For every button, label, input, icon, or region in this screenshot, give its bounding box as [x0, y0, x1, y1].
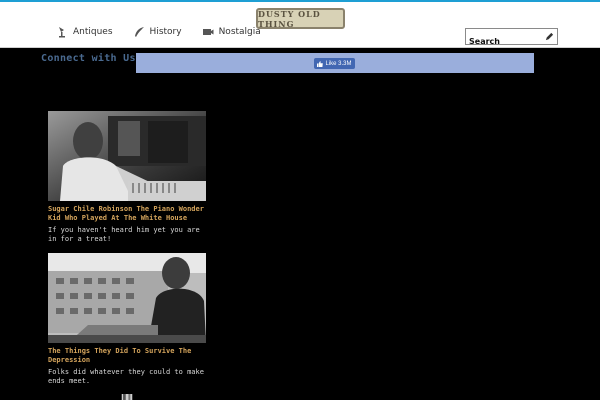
nav-item-history[interactable]: History [133, 26, 182, 38]
thumbs-up-icon [317, 60, 324, 67]
article-photo-pianist[interactable] [48, 111, 206, 201]
facebook-like-button[interactable]: Like 3.3M [314, 58, 355, 69]
nav-item-antiques[interactable]: Antiques [56, 26, 113, 38]
projector-icon [202, 29, 214, 35]
pencil-icon[interactable] [545, 32, 554, 41]
search-box [465, 28, 558, 49]
article-card: The Things They Did To Survive The Depre… [48, 253, 206, 386]
lamp-icon [59, 27, 65, 38]
article-description: If you haven't heard him yet you are in … [48, 226, 200, 243]
like-count: Like 3.3M [325, 60, 352, 67]
article-photo-depression[interactable] [48, 253, 206, 343]
nav-label: Antiques [73, 27, 113, 37]
main-nav: Antiques History Nostalgia [56, 26, 281, 38]
nav-label: Nostalgia [218, 27, 261, 37]
search-input[interactable] [466, 34, 542, 49]
article-title[interactable]: The Things They Did To Survive The Depre… [48, 347, 206, 365]
nav-label: History [149, 27, 182, 37]
article-photo[interactable] [48, 394, 206, 400]
article-title[interactable]: Sugar Chile Robinson The Piano Wonder Ki… [48, 205, 206, 223]
nav-item-nostalgia[interactable]: Nostalgia [202, 26, 261, 38]
site-header: DUSTY OLD THING Antiques History Nostalg… [0, 2, 600, 49]
article-card: Sugar Chile Robinson The Piano Wonder Ki… [48, 111, 206, 244]
article-card [48, 394, 206, 400]
quill-icon [134, 27, 144, 37]
connect-heading: Connect with Us [41, 53, 136, 64]
article-description: Folks did whatever they could to make en… [48, 368, 204, 385]
facebook-bar: Like 3.3M [136, 53, 534, 73]
